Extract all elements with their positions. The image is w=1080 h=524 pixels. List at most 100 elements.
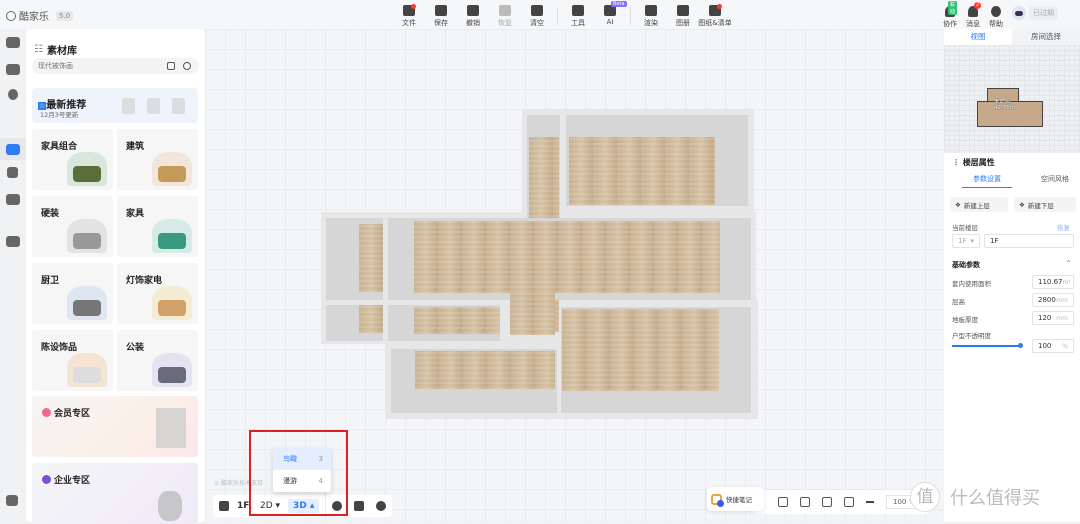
messages-button[interactable]: 2 消息 bbox=[966, 2, 980, 29]
toolbar-separator bbox=[630, 7, 631, 25]
collab-badge: 联动 bbox=[948, 1, 957, 15]
toolbar-button-1[interactable]: 保存 bbox=[425, 3, 457, 28]
cabinet-icon[interactable] bbox=[6, 194, 20, 205]
opacity-slider[interactable] bbox=[952, 345, 1020, 347]
slider-handle[interactable] bbox=[1018, 343, 1023, 348]
search-input[interactable] bbox=[32, 58, 152, 74]
vip-zone[interactable]: 会员专区 bbox=[32, 396, 198, 457]
category-card[interactable]: 陈设饰品 bbox=[32, 330, 113, 391]
tab-view[interactable]: 视图 bbox=[944, 29, 1012, 45]
collapse-icon[interactable]: ⌃ bbox=[1065, 259, 1072, 268]
category-iconbar bbox=[0, 29, 26, 522]
library-search[interactable] bbox=[32, 58, 199, 74]
floor-name-input[interactable]: 1F bbox=[984, 234, 1074, 248]
sofa-icon[interactable] bbox=[6, 144, 20, 155]
toolbar-button-5[interactable]: 工具 bbox=[562, 3, 594, 28]
expired-badge[interactable]: 已过期 bbox=[1029, 6, 1058, 20]
note-icon bbox=[711, 494, 722, 505]
messages-label: 消息 bbox=[966, 19, 980, 29]
avatar[interactable] bbox=[1012, 6, 1026, 20]
param-input[interactable]: 110.67m² bbox=[1032, 275, 1074, 289]
toolbar-button-0[interactable]: 文件 bbox=[393, 3, 425, 28]
toolbar-icon bbox=[572, 5, 584, 16]
building-icon[interactable] bbox=[6, 37, 20, 48]
cube-icon[interactable] bbox=[354, 501, 364, 511]
app-logo[interactable]: 酷家乐 5.0 bbox=[6, 8, 73, 23]
card-image bbox=[67, 353, 107, 387]
toolbar-label: 工具 bbox=[571, 18, 585, 28]
tab-room-select[interactable]: 房间选择 bbox=[1012, 29, 1080, 45]
toolbar-icon bbox=[531, 5, 543, 16]
zoom-out-button[interactable] bbox=[866, 501, 874, 503]
category-card[interactable]: 家具 bbox=[117, 196, 198, 257]
opacity-input[interactable]: 100% bbox=[1032, 339, 1074, 353]
floor-props-title: 楼层属性 bbox=[963, 158, 995, 167]
restore-link[interactable]: 恢复 bbox=[1057, 222, 1070, 232]
quick-note-button[interactable]: 快捷笔记 bbox=[707, 487, 764, 511]
user-icon[interactable] bbox=[7, 167, 18, 178]
account[interactable]: 已过期 bbox=[1012, 6, 1058, 20]
canvas-controls: 100 % bbox=[754, 490, 930, 514]
layers-add-icon: ❖ bbox=[955, 201, 961, 209]
category-card[interactable]: 厨卫 bbox=[32, 263, 113, 324]
param-input[interactable]: 2800mm bbox=[1032, 293, 1074, 307]
category-card[interactable]: 家具组合 bbox=[32, 129, 113, 190]
new-lower-floor-button[interactable]: ❖新建下层 bbox=[1014, 197, 1076, 212]
notify-dot bbox=[717, 4, 722, 9]
new-upper-floor-button[interactable]: ❖新建上层 bbox=[950, 197, 1008, 212]
toolbar-button-9[interactable]: 图纸&清单 bbox=[699, 3, 731, 28]
vip-icon bbox=[42, 408, 51, 417]
toolbar-label: 图纸&清单 bbox=[698, 18, 731, 28]
param-value: 110.67 bbox=[1038, 278, 1063, 286]
category-card[interactable]: 公装 bbox=[117, 330, 198, 391]
param-value: 2800 bbox=[1038, 296, 1056, 304]
toolbar-icon bbox=[435, 5, 447, 16]
puzzle-icon[interactable] bbox=[6, 236, 20, 247]
zoom-box-icon[interactable] bbox=[844, 497, 854, 507]
toolbar-label: 恢复 bbox=[498, 18, 512, 28]
enterprise-zone[interactable]: 企业专区 bbox=[32, 463, 198, 524]
card-image bbox=[67, 219, 107, 253]
gauge-icon[interactable] bbox=[376, 501, 386, 511]
tab-space-style[interactable]: 空间风格 bbox=[1030, 174, 1080, 188]
fit-icon[interactable] bbox=[778, 497, 788, 507]
floor-name-value: 1F bbox=[990, 237, 998, 245]
site-text: 什么值得买 bbox=[944, 482, 1046, 512]
category-card[interactable]: 灯饰家电 bbox=[117, 263, 198, 324]
app-version: 5.0 bbox=[56, 11, 73, 21]
toolbar-label: 清空 bbox=[530, 18, 544, 28]
param-label: 套内使用面积 bbox=[952, 278, 991, 288]
category-card[interactable]: 建筑 bbox=[117, 129, 198, 190]
settings-view-icon[interactable] bbox=[800, 497, 810, 507]
minimap[interactable]: 未命名42.78m² bbox=[944, 45, 1080, 153]
card-image bbox=[67, 152, 107, 186]
toolbar-button-2[interactable]: 撤销 bbox=[457, 3, 489, 28]
recommend-banner[interactable]: ☆最新推荐 12月3号更新 bbox=[32, 88, 198, 123]
drag-handle-icon[interactable]: ⋮ bbox=[952, 158, 960, 167]
card-label: 建筑 bbox=[126, 139, 144, 152]
toolbar-separator bbox=[557, 7, 558, 25]
focus-icon[interactable] bbox=[822, 497, 832, 507]
bear-image bbox=[156, 408, 186, 448]
toolbar-button-7[interactable]: 渲染 bbox=[635, 3, 667, 28]
right-panel: 视图 房间选择 未命名42.78m² ⋮ 楼层属性 参数设置 空间风格 ❖新建上… bbox=[944, 29, 1080, 522]
card-image bbox=[152, 353, 192, 387]
search-icon[interactable] bbox=[183, 62, 191, 70]
message-count: 2 bbox=[974, 2, 981, 9]
camera-icon[interactable] bbox=[167, 62, 175, 70]
category-card[interactable]: 硬装 bbox=[32, 196, 113, 257]
toolbar-button-8[interactable]: 图册 bbox=[667, 3, 699, 28]
floor-select[interactable]: 1F▾ bbox=[952, 234, 980, 248]
toolbar-button-4[interactable]: 清空 bbox=[521, 3, 553, 28]
param-unit: mm bbox=[1056, 297, 1068, 304]
toolbar-button-3[interactable]: 恢复 bbox=[489, 3, 521, 28]
card-image bbox=[152, 219, 192, 253]
toolbar-button-6[interactable]: BetaAI bbox=[594, 3, 626, 26]
layout-icon[interactable] bbox=[6, 495, 18, 506]
help-button[interactable]: 帮助 bbox=[989, 2, 1003, 29]
collab-button[interactable]: 联动协作 bbox=[943, 2, 957, 29]
lamp-icon[interactable] bbox=[8, 89, 18, 100]
tab-params[interactable]: 参数设置 bbox=[962, 174, 1012, 188]
param-input[interactable]: 120mm bbox=[1032, 311, 1074, 325]
floor-icon[interactable] bbox=[6, 64, 20, 75]
